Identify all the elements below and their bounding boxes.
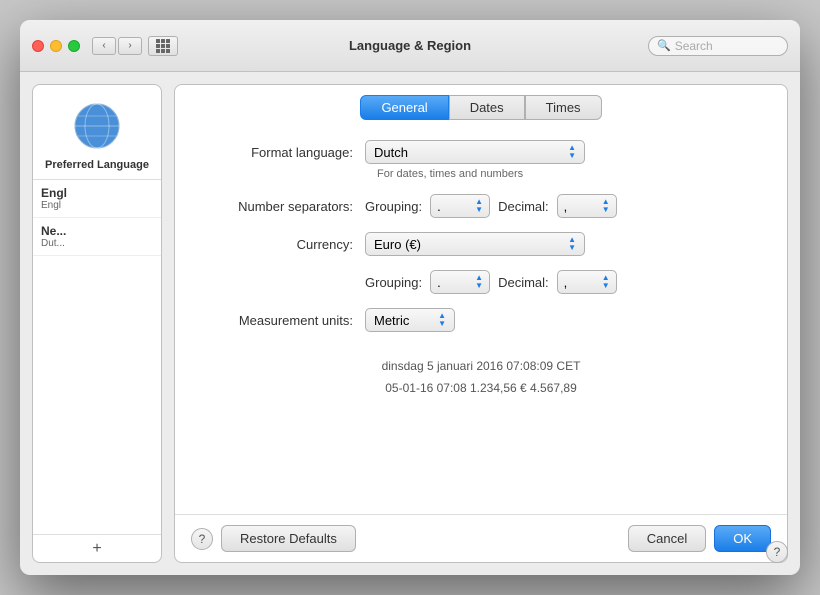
- currency-label: Currency:: [205, 237, 365, 252]
- format-language-select[interactable]: Dutch ▲▼: [365, 140, 585, 164]
- tab-times[interactable]: Times: [525, 95, 602, 120]
- measurement-label: Measurement units:: [205, 313, 365, 328]
- decimal2-label: Decimal:: [498, 275, 549, 290]
- content-area: Preferred Language Engl Engl Ne... Dut..…: [20, 72, 800, 575]
- grouping-chevron: ▲▼: [475, 198, 483, 214]
- sidebar-title: Preferred Language: [33, 159, 161, 179]
- grouping-select[interactable]: . ▲▼: [430, 194, 490, 218]
- currency-value: Euro (€): [374, 237, 421, 252]
- number-separators-label: Number separators:: [205, 199, 365, 214]
- currency-separators-row: Grouping: . ▲▼ Decimal: , ▲▼: [205, 270, 757, 294]
- format-language-row: Format language: Dutch ▲▼: [205, 140, 757, 164]
- grouping2-label: Grouping:: [365, 275, 422, 290]
- currency-separators-group: Grouping: . ▲▼ Decimal: , ▲▼: [365, 270, 617, 294]
- close-button[interactable]: [32, 40, 44, 52]
- preview-line2: 05-01-16 07:08 1.234,56 € 4.567,89: [205, 378, 757, 400]
- add-language-button[interactable]: +: [33, 534, 161, 562]
- sidebar-item-dutch[interactable]: Ne... Dut...: [33, 218, 161, 256]
- decimal-label: Decimal:: [498, 199, 549, 214]
- sidebar-item-english-sub: Engl: [41, 200, 153, 211]
- sidebar: Preferred Language Engl Engl Ne... Dut..…: [32, 84, 162, 563]
- currency-row: Currency: Euro (€) ▲▼: [205, 232, 757, 256]
- decimal-chevron: ▲▼: [602, 198, 610, 214]
- main-panel: General Dates Times Format language: Dut…: [174, 84, 788, 563]
- format-language-value: Dutch: [374, 145, 408, 160]
- grouping2-value: .: [437, 275, 441, 290]
- bottom-bar: ? Restore Defaults Cancel OK: [175, 514, 787, 562]
- measurement-value: Metric: [374, 313, 409, 328]
- cancel-button[interactable]: Cancel: [628, 525, 706, 552]
- maximize-button[interactable]: [68, 40, 80, 52]
- sidebar-item-english-title: Engl: [41, 186, 153, 200]
- sidebar-list: Engl Engl Ne... Dut...: [33, 179, 161, 534]
- format-language-label: Format language:: [205, 145, 365, 160]
- grouping-value: .: [437, 199, 441, 214]
- preview-line1: dinsdag 5 januari 2016 07:08:09 CET: [205, 356, 757, 378]
- traffic-lights: [32, 40, 80, 52]
- search-box[interactable]: 🔍 Search: [648, 36, 788, 56]
- decimal-select[interactable]: , ▲▼: [557, 194, 617, 218]
- tab-general[interactable]: General: [360, 95, 448, 120]
- grid-icon: [156, 39, 170, 53]
- decimal2-value: ,: [564, 275, 568, 290]
- search-icon: 🔍: [657, 39, 671, 52]
- measurement-stepper[interactable]: Metric ▲▼: [365, 308, 455, 332]
- sidebar-item-english[interactable]: Engl Engl: [33, 180, 161, 218]
- preview-section: dinsdag 5 januari 2016 07:08:09 CET 05-0…: [205, 346, 757, 409]
- main-window: ‹ › Language & Region 🔍 Search: [20, 20, 800, 575]
- decimal2-chevron: ▲▼: [602, 274, 610, 290]
- grouping2-chevron: ▲▼: [475, 274, 483, 290]
- forward-button[interactable]: ›: [118, 37, 142, 55]
- tab-bar: General Dates Times: [175, 85, 787, 120]
- ok-button[interactable]: OK: [714, 525, 771, 552]
- tab-dates[interactable]: Dates: [449, 95, 525, 120]
- decimal-value: ,: [564, 199, 568, 214]
- sidebar-item-dutch-sub: Dut...: [41, 238, 153, 249]
- form-content: Format language: Dutch ▲▼ For dates, tim…: [175, 120, 787, 514]
- measurement-row: Measurement units: Metric ▲▼: [205, 308, 757, 332]
- format-language-chevron: ▲▼: [568, 144, 576, 160]
- measurement-chevron: ▲▼: [438, 312, 446, 328]
- window-title: Language & Region: [349, 38, 471, 53]
- back-button[interactable]: ‹: [92, 37, 116, 55]
- sidebar-item-dutch-title: Ne...: [41, 224, 153, 238]
- sidebar-globe-icon: [33, 85, 161, 159]
- currency-chevron: ▲▼: [568, 236, 576, 252]
- decimal2-select[interactable]: , ▲▼: [557, 270, 617, 294]
- grid-menu-button[interactable]: [148, 36, 178, 56]
- number-separators-row: Number separators: Grouping: . ▲▼ Decima…: [205, 194, 757, 218]
- grouping-label: Grouping:: [365, 199, 422, 214]
- nav-buttons: ‹ ›: [92, 37, 142, 55]
- format-language-hint: For dates, times and numbers: [377, 168, 757, 180]
- minimize-button[interactable]: [50, 40, 62, 52]
- titlebar: ‹ › Language & Region 🔍 Search: [20, 20, 800, 72]
- help-button[interactable]: ?: [191, 528, 213, 550]
- bottom-right-help-button[interactable]: ?: [766, 541, 788, 563]
- currency-select[interactable]: Euro (€) ▲▼: [365, 232, 585, 256]
- number-separators-group: Grouping: . ▲▼ Decimal: , ▲▼: [365, 194, 617, 218]
- grouping2-select[interactable]: . ▲▼: [430, 270, 490, 294]
- restore-defaults-button[interactable]: Restore Defaults: [221, 525, 356, 552]
- search-placeholder: Search: [675, 39, 713, 53]
